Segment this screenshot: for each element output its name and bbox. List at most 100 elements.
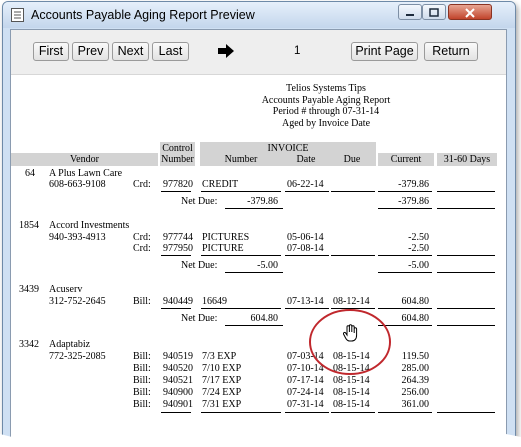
next-page-button[interactable]: Next [112,42,149,61]
torn-edge [0,432,521,447]
line-invoice-date: 06-22-14 [287,179,324,190]
net-amount-rule [225,325,283,326]
current-rule [378,191,432,192]
line-type: Crd: [133,179,151,190]
vendor-phone: 772-325-2085 [49,351,106,362]
last-page-button[interactable]: Last [152,42,189,61]
invoice-rule [201,412,281,413]
report-preview-window: Accounts Payable Aging Report Preview Fi… [2,1,516,439]
net-due-amount: -379.86 [247,196,278,207]
net-current-rule [378,208,432,209]
net-amount-rule [225,208,283,209]
days-rule [437,191,495,192]
line-current: 604.80 [401,296,430,307]
days-rule [437,412,495,413]
vendor-phone: 940-393-4913 [49,232,106,243]
vendor-phone: 608-663-9108 [49,179,106,190]
due-rule [331,255,375,256]
invoice-rule [201,308,281,309]
report-title: Accounts Payable Aging Report [261,95,391,106]
net-due-current: -5.00 [408,260,429,271]
date-rule [285,412,329,413]
vendor-phone: 312-752-2645 [49,296,106,307]
line-invoice-number: PICTURE [202,243,244,254]
vendor-name: Acuserv [49,284,83,295]
line-control: 977820 [163,179,193,190]
line-control: 940521 [163,375,193,386]
navigation-toolbar: First Prev Next Last 1 Print Page Return [11,30,506,75]
right-arrow-icon [218,44,234,58]
days-rule [437,308,495,309]
net-due-amount: -5.00 [257,260,278,271]
line-type: Crd: [133,232,151,243]
line-type: Crd: [133,243,151,254]
invoice-date-header: Date [296,154,316,165]
date-rule [285,255,329,256]
first-page-button[interactable]: First [33,42,69,61]
window-title: Accounts Payable Aging Report Preview [31,8,255,22]
vendor-id: 3342 [19,339,39,350]
current-header: Current [390,154,422,165]
print-page-button[interactable]: Print Page [351,42,418,61]
current-rule [378,255,432,256]
due-rule [331,412,375,413]
line-current: 361.00 [401,399,430,410]
vendor-name: A Plus Lawn Care [49,168,123,179]
close-button[interactable] [448,4,492,20]
line-control: 940901 [163,399,193,410]
page-number: 1 [294,45,301,57]
net-days-rule [437,272,495,273]
invoice-number-header: Number [224,154,258,165]
invoice-rule [201,255,281,256]
due-date-header: Due [343,154,361,165]
line-control: 940900 [163,387,193,398]
control-rule [161,412,191,413]
control-rule [161,255,191,256]
line-current: -2.50 [408,232,429,243]
invoice-rule [201,191,281,192]
title-bar[interactable]: Accounts Payable Aging Report Preview [3,2,515,28]
report-period: Period # through 07-31-14 [272,106,380,117]
line-control: 940519 [163,351,193,362]
hand-cursor-icon [342,324,358,342]
line-invoice-date: 07-08-14 [287,243,324,254]
line-type: Bill: [133,351,151,362]
client-area: First Prev Next Last 1 Print Page Return… [10,29,507,438]
line-due-date: 08-15-14 [333,387,370,398]
maximize-button[interactable] [422,4,446,20]
control-rule [161,191,191,192]
line-type: Bill: [133,363,151,374]
control-header: Control [162,143,193,154]
line-type: Bill: [133,375,151,386]
line-type: Bill: [133,296,151,307]
vendor-id: 1854 [19,220,39,231]
number-header: Number [161,154,194,165]
line-type: Bill: [133,387,151,398]
highlight-circle [309,309,391,375]
line-current: 256.00 [401,387,430,398]
prev-page-button[interactable]: Prev [72,42,109,61]
minimize-button[interactable] [398,4,422,20]
line-invoice-date: 07-24-14 [287,387,324,398]
document-icon [11,8,24,22]
line-control: 940449 [163,296,193,307]
report-company: Telios Systems Tips [286,83,366,94]
return-button[interactable]: Return [424,42,478,61]
control-rule [161,308,191,309]
vendor-name: Accord Investments [49,220,130,231]
days-rule [437,255,495,256]
line-current: -379.86 [398,179,429,190]
invoice-header: INVOICE [267,143,309,154]
net-due-label: Net Due: [181,313,218,324]
net-due-label: Net Due: [181,260,218,271]
line-invoice-date: 05-06-14 [287,232,324,243]
net-due-current: -379.86 [398,196,429,207]
line-invoice-number: 16649 [202,296,227,307]
report-aged-by: Aged by Invoice Date [281,118,371,129]
net-days-rule [437,208,495,209]
line-current: -2.50 [408,243,429,254]
net-days-rule [437,325,495,326]
vendor-name: Adaptabiz [49,339,91,350]
line-control: 977950 [163,243,193,254]
line-invoice-number: 7/17 EXP [202,375,242,386]
